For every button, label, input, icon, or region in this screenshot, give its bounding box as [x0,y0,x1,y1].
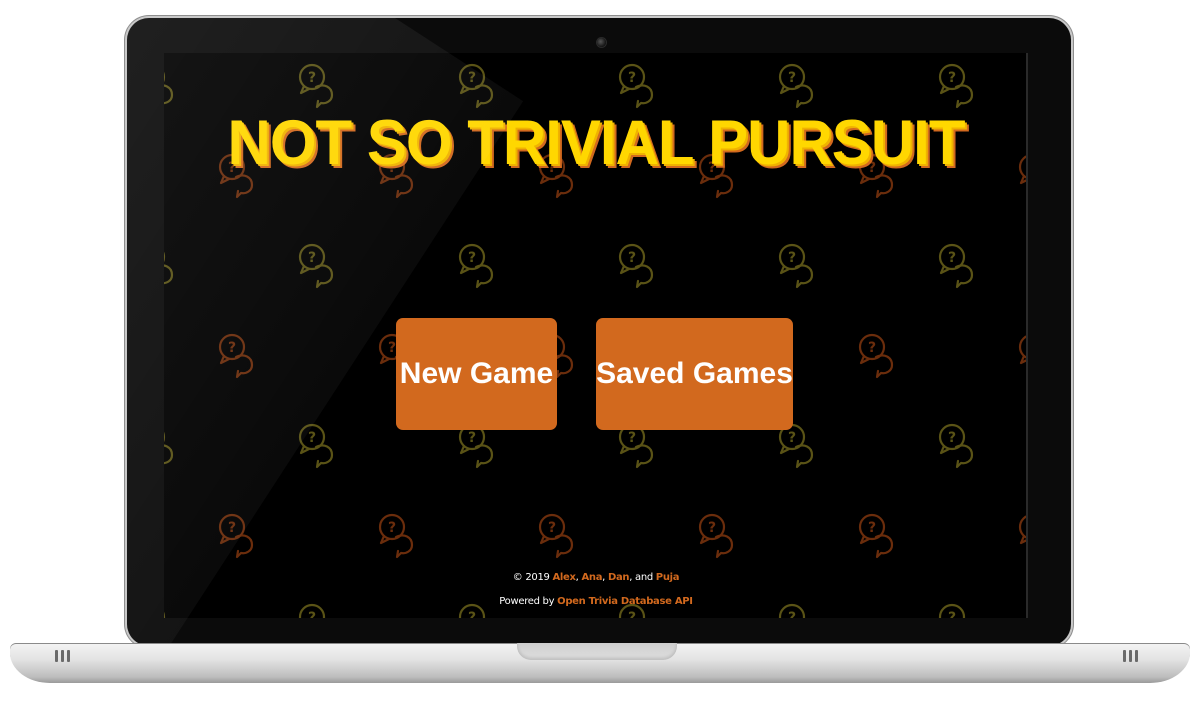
svg-text:?: ? [468,70,476,86]
svg-text:?: ? [788,430,796,446]
powered-by-text: Powered by [499,596,555,607]
svg-text:?: ? [228,340,236,356]
question-bubble-icon: ? [778,243,814,289]
question-bubble-icon: ? [458,423,494,469]
copyright-text: © 2019 [512,572,550,583]
scrollbar[interactable] [1026,53,1028,618]
question-bubble-icon: ? [298,63,334,109]
question-bubble-icon: ? [164,431,174,465]
speaker-grille-left [55,650,70,662]
footer-credits: © 2019 Alex, Ana, Dan, and Puja [164,572,1028,583]
svg-text:?: ? [388,340,396,356]
svg-text:?: ? [708,520,716,536]
question-bubble-icon: ? [698,513,734,559]
svg-text:?: ? [948,70,956,86]
separator: , [575,572,579,583]
svg-text:?: ? [308,250,316,266]
svg-text:?: ? [468,250,476,266]
question-bubble-icon: ? [218,333,254,379]
footer-powered-by: Powered by Open Trivia Database API [164,596,1028,607]
svg-text:?: ? [308,70,316,86]
svg-text:?: ? [948,610,956,618]
svg-text:?: ? [388,520,396,536]
author-link-ana[interactable]: Ana [581,572,602,583]
author-link-alex[interactable]: Alex [552,572,576,583]
author-link-puja[interactable]: Puja [656,572,680,583]
question-bubble-icon: ? [778,423,814,469]
svg-text:?: ? [788,70,796,86]
question-bubble-icon: ? [218,513,254,559]
svg-text:?: ? [948,250,956,266]
svg-text:?: ? [868,520,876,536]
app-screen: ????????????????????????????????????????… [164,53,1028,618]
svg-text:?: ? [628,610,636,618]
api-link[interactable]: Open Trivia Database API [557,596,693,607]
svg-text:?: ? [548,520,556,536]
svg-text:?: ? [788,610,796,618]
question-bubble-icon: ? [458,243,494,289]
svg-text:?: ? [308,430,316,446]
question-bubble-icon: ? [298,243,334,289]
question-bubble-icon: ? [618,243,654,289]
question-bubble-icon: ? [938,423,974,469]
question-bubble-icon: ? [298,423,334,469]
laptop-opening-notch [517,643,677,660]
speaker-grille-right [1123,650,1138,662]
question-bubble-icon: ? [618,63,654,109]
svg-text:?: ? [228,520,236,536]
question-bubble-icon: ? [858,333,894,379]
svg-text:?: ? [628,70,636,86]
author-link-dan[interactable]: Dan [608,572,630,583]
question-bubble-icon: ? [858,513,894,559]
page-title: NOT SO TRIVIAL PURSUIT [227,107,966,178]
webcam-icon [597,38,606,47]
svg-text:?: ? [868,340,876,356]
svg-text:?: ? [628,250,636,266]
question-bubble-icon: ? [458,63,494,109]
question-bubble-icon: ? [164,71,174,105]
question-bubble-icon: ? [618,423,654,469]
separator: , [602,572,606,583]
question-bubble-icon: ? [938,243,974,289]
svg-text:?: ? [628,430,636,446]
question-bubble-icon: ? [538,513,574,559]
svg-text:?: ? [308,610,316,618]
question-bubble-icon: ? [778,63,814,109]
svg-text:?: ? [468,430,476,446]
saved-games-button[interactable]: Saved Games [596,318,793,430]
separator: , and [629,572,653,583]
question-bubble-icon: ? [164,251,174,285]
question-bubble-icon: ? [938,63,974,109]
svg-text:?: ? [788,250,796,266]
new-game-button[interactable]: New Game [396,318,557,430]
question-bubble-icon: ? [378,513,414,559]
svg-text:?: ? [468,610,476,618]
svg-text:?: ? [948,430,956,446]
